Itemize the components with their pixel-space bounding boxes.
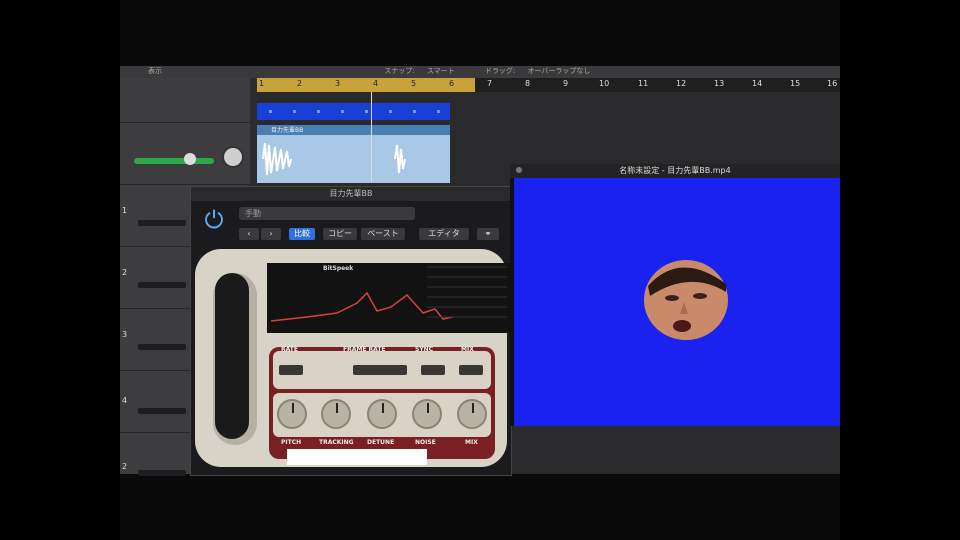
track-number: 3 bbox=[122, 330, 128, 339]
audio-region-header[interactable]: 目力先輩BB bbox=[257, 125, 450, 135]
bar-ruler[interactable]: 1 2 3 4 5 6 7 8 9 10 11 12 13 14 15 16 bbox=[257, 78, 840, 92]
copy-button[interactable]: コピー bbox=[323, 228, 357, 240]
paste-button[interactable]: ペースト bbox=[361, 228, 405, 240]
pitch-wheel[interactable] bbox=[215, 273, 249, 439]
volume-fader-knob[interactable] bbox=[184, 153, 196, 165]
ruler-bar: 14 bbox=[752, 79, 763, 88]
volume-fader[interactable] bbox=[134, 158, 214, 164]
sync-switch[interactable] bbox=[421, 365, 445, 375]
tracking-knob[interactable] bbox=[321, 399, 351, 429]
face-image bbox=[644, 260, 728, 340]
midi-region[interactable] bbox=[257, 103, 450, 120]
track-slot[interactable] bbox=[138, 408, 186, 414]
ruler-bar: 15 bbox=[790, 79, 801, 88]
ruler-bar: 8 bbox=[525, 79, 531, 88]
control-panel: RATE FRAME RATE SYNC MIX PITCH TRACKING … bbox=[269, 346, 495, 459]
detune-label: DETUNE bbox=[367, 439, 395, 446]
mix-switch[interactable] bbox=[459, 365, 483, 375]
ruler-bar: 1 bbox=[259, 79, 265, 88]
audio-region-name: 目力先輩BB bbox=[271, 127, 304, 134]
ruler-bar: 2 bbox=[297, 79, 303, 88]
video-title: 名称未設定 - 目力先輩BB.mp4 bbox=[510, 164, 840, 178]
pitch-knob[interactable] bbox=[277, 399, 307, 429]
spectrum-display: BitSpeek bbox=[267, 263, 511, 333]
control-bar: 表示 スナップ: スマート ドラッグ: オーバーラップなし bbox=[120, 66, 840, 78]
frame-rate-switch[interactable] bbox=[353, 365, 407, 375]
ruler-bar: 11 bbox=[638, 79, 649, 88]
caption-bar bbox=[287, 449, 427, 465]
pitch-label: PITCH bbox=[281, 439, 302, 446]
video-frame[interactable] bbox=[514, 178, 840, 426]
plugin-title: 目力先輩BB bbox=[191, 187, 511, 201]
track-number: 2 bbox=[122, 268, 128, 277]
noise-label: NOISE bbox=[415, 439, 436, 446]
track-slot[interactable] bbox=[138, 282, 186, 288]
tracking-label: TRACKING bbox=[319, 439, 354, 446]
plugin-window: 目力先輩BB ⏻ 手動 ‹ › 比較 コピー ペースト エディタ ⚭ BitSp… bbox=[190, 186, 512, 476]
noise-knob[interactable] bbox=[412, 399, 442, 429]
audio-waveform bbox=[262, 142, 406, 176]
ruler-bar: 16 bbox=[827, 79, 838, 88]
mix-label: MIX bbox=[465, 439, 478, 446]
close-icon[interactable] bbox=[516, 167, 522, 173]
ruler-bar: 5 bbox=[411, 79, 417, 88]
ruler-bar: 7 bbox=[487, 79, 493, 88]
editor-button[interactable]: エディタ bbox=[419, 228, 469, 240]
mix-knob[interactable] bbox=[457, 399, 487, 429]
video-window: 名称未設定 - 目力先輩BB.mp4 bbox=[510, 164, 840, 426]
ruler-bar: 3 bbox=[335, 79, 341, 88]
track-slot[interactable] bbox=[138, 220, 186, 226]
link-icon[interactable]: ⚭ bbox=[477, 228, 499, 240]
pan-knob[interactable] bbox=[222, 146, 244, 168]
track-slot[interactable] bbox=[138, 470, 186, 476]
view-menu[interactable]: 表示 bbox=[148, 67, 162, 75]
switch-row bbox=[273, 351, 491, 389]
ruler-bar: 4 bbox=[373, 79, 379, 88]
drag-menu[interactable]: オーバーラップなし bbox=[527, 67, 590, 75]
brand-label: BitSpeek bbox=[323, 265, 354, 272]
ruler-bar: 13 bbox=[714, 79, 725, 88]
screen-recording: 表示 スナップ: スマート ドラッグ: オーバーラップなし 1 2 3 4 5 … bbox=[120, 0, 840, 540]
next-preset-button[interactable]: › bbox=[261, 228, 281, 240]
snap-menu[interactable]: スマート bbox=[427, 67, 455, 75]
drag-label: ドラッグ: bbox=[484, 67, 516, 75]
playhead[interactable] bbox=[371, 92, 372, 182]
power-icon[interactable]: ⏻ bbox=[201, 207, 227, 233]
track-number: 2 bbox=[122, 462, 128, 471]
ruler-bar: 9 bbox=[563, 79, 569, 88]
track-number: 1 bbox=[122, 206, 128, 215]
snap-label: スナップ: bbox=[384, 67, 415, 75]
compare-button[interactable]: 比較 bbox=[289, 228, 315, 240]
ruler-bar: 12 bbox=[676, 79, 687, 88]
audio-region[interactable] bbox=[257, 135, 450, 183]
rate-switch[interactable] bbox=[279, 365, 303, 375]
ruler-bar: 6 bbox=[449, 79, 455, 88]
track-slot[interactable] bbox=[138, 344, 186, 350]
preset-menu[interactable]: 手動 bbox=[239, 207, 415, 220]
spectrum-curve bbox=[270, 266, 507, 322]
ruler-bar: 10 bbox=[599, 79, 610, 88]
prev-preset-button[interactable]: ‹ bbox=[239, 228, 259, 240]
detune-knob[interactable] bbox=[367, 399, 397, 429]
cycle-region[interactable] bbox=[257, 78, 475, 92]
track-number: 4 bbox=[122, 396, 128, 405]
